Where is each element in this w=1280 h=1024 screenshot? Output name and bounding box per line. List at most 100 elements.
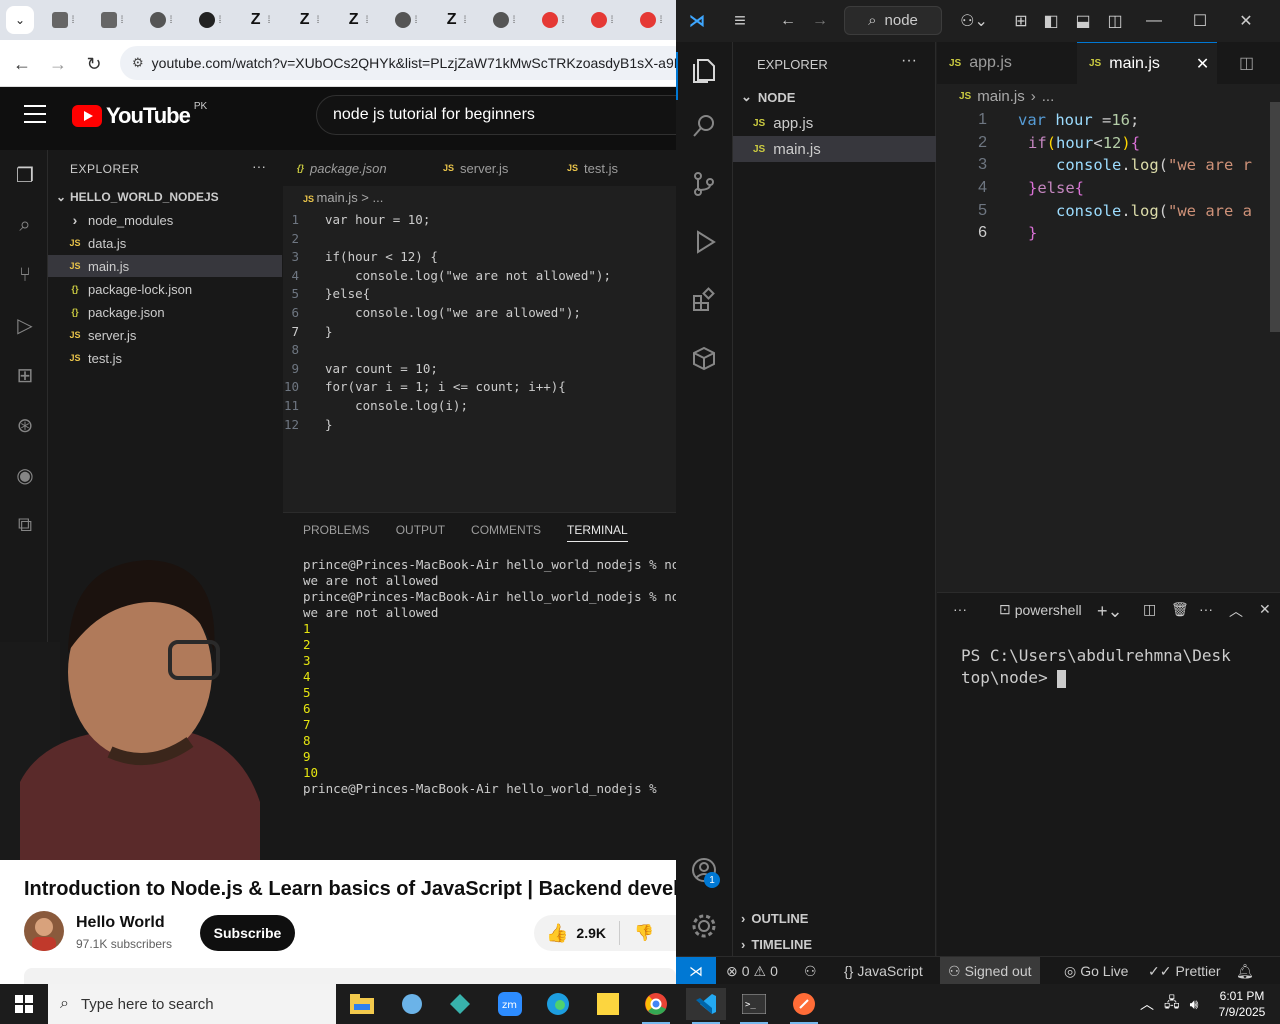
problems-indicator[interactable]: ⊗ 0 ⚠ 0	[726, 957, 778, 984]
file-app-js[interactable]: JS app.js	[733, 110, 936, 136]
code-line[interactable]: 6}	[937, 222, 1037, 245]
file-main-js[interactable]: JS main.js	[733, 136, 936, 162]
explorer-icon[interactable]	[688, 54, 720, 86]
toggle-secondary-sidebar-icon[interactable]: ◫	[1104, 9, 1126, 33]
timeline-section[interactable]: › TIMELINE	[733, 932, 936, 956]
description-box[interactable]	[24, 968, 676, 984]
vscode-icon[interactable]	[686, 988, 726, 1024]
more-actions-icon[interactable]: ···	[901, 52, 917, 70]
close-tab-icon[interactable]: ✕	[1196, 54, 1209, 74]
customize-layout-icon[interactable]: ⊞	[1010, 9, 1032, 33]
tab-close-icon[interactable]: ⁞	[415, 15, 418, 26]
browser-tab[interactable]: ⁞	[40, 6, 86, 34]
minimize-icon[interactable]: —	[1142, 9, 1166, 33]
browser-tab[interactable]: ⁞	[481, 6, 527, 34]
new-terminal-icon[interactable]: +⌄	[1097, 601, 1123, 622]
browser-tab[interactable]: ⁞	[187, 6, 233, 34]
tab-close-icon[interactable]: ⁞	[366, 15, 369, 26]
search-icon[interactable]	[688, 110, 720, 142]
dislike-button[interactable]: 👎	[620, 923, 654, 943]
forward-button[interactable]: →	[44, 50, 72, 78]
code-line[interactable]: 5 console.log("we are a	[937, 199, 1252, 222]
close-panel-icon[interactable]: ✕	[1259, 601, 1271, 618]
outline-section[interactable]: › OUTLINE	[733, 906, 936, 930]
browser-tab[interactable]: Z ⁞	[285, 6, 331, 34]
code-line[interactable]: 3 console.log("we are r	[937, 154, 1252, 177]
site-settings-icon[interactable]: ⚙	[132, 55, 144, 71]
menu-icon[interactable]	[24, 105, 46, 123]
copilot-icon[interactable]: ⚇⌄	[956, 9, 992, 33]
zoom-icon[interactable]: zm	[490, 988, 530, 1020]
notifications-bell-icon[interactable]: 🔔︎	[1236, 957, 1254, 984]
back-button[interactable]: ←	[8, 50, 36, 78]
toggle-sidebar-icon[interactable]: ◧	[1040, 9, 1062, 33]
tab-close-icon[interactable]: ⁞	[170, 15, 173, 26]
maximize-icon[interactable]: ☐	[1188, 9, 1212, 33]
chevron-up-icon[interactable]: ︿	[1140, 994, 1154, 1014]
url-input[interactable]: ⚙ youtube.com/watch?v=XUbOCs2QHYk&list=P…	[120, 46, 676, 80]
tab-close-icon[interactable]: ⁞	[72, 15, 75, 26]
tab-main-js[interactable]: JS main.js ✕	[1077, 42, 1217, 84]
browser-tab[interactable]: ⁞	[138, 6, 184, 34]
extensions-icon[interactable]	[688, 284, 720, 316]
browser-tab[interactable]: ⁞	[628, 6, 674, 34]
remote-indicator-icon[interactable]: ⋊	[676, 957, 716, 984]
toggle-panel-icon[interactable]: ⬓	[1072, 9, 1094, 33]
tab-close-icon[interactable]: ⁞	[317, 15, 320, 26]
more-icon[interactable]: ···	[953, 601, 967, 617]
browser-tab[interactable]: ⁞	[530, 6, 576, 34]
language-mode[interactable]: {} JavaScript	[844, 957, 923, 984]
tab-app-js[interactable]: JS app.js	[937, 42, 1077, 84]
like-button[interactable]: 👍 2.9K	[534, 921, 620, 945]
channel-avatar[interactable]	[24, 911, 64, 951]
browser-tab[interactable]: Z ⁞	[432, 6, 478, 34]
split-editor-icon[interactable]: ◫	[1227, 42, 1257, 84]
network-icon[interactable]: 🖧	[1164, 992, 1180, 1016]
tab-close-icon[interactable]: ⁞	[219, 15, 222, 26]
tab-close-icon[interactable]: ⁞	[513, 15, 516, 26]
browser-tab[interactable]: Z ⁞	[334, 6, 380, 34]
youtube-logo[interactable]: YouTube PK	[72, 101, 207, 129]
run-debug-icon[interactable]	[688, 226, 720, 258]
postman-icon[interactable]	[784, 988, 824, 1024]
editor-scrollbar[interactable]	[1270, 102, 1280, 332]
browser-tab[interactable]: Z ⁞	[236, 6, 282, 34]
command-center[interactable]: ⌕ node	[844, 6, 942, 35]
app-icon[interactable]	[392, 988, 432, 1020]
channel-name[interactable]: Hello World	[76, 914, 165, 932]
menu-icon[interactable]: ≡	[728, 9, 752, 33]
kill-terminal-icon[interactable]: 🗑	[1171, 601, 1189, 618]
more-actions-icon[interactable]: ···	[1199, 601, 1213, 617]
browser-tab[interactable]: ⁞	[579, 6, 625, 34]
reload-button[interactable]: ↻	[80, 50, 108, 78]
folder-node[interactable]: ⌄ NODE	[733, 85, 936, 109]
subscribe-button[interactable]: Subscribe	[200, 915, 295, 951]
manage-gear-icon[interactable]	[688, 910, 720, 942]
terminal-dropdown[interactable]: ⊡ powershell	[999, 601, 1082, 618]
app-icon[interactable]	[440, 988, 480, 1020]
tab-close-icon[interactable]: ⁞	[464, 15, 467, 26]
prettier-status[interactable]: ✓✓ Prettier	[1148, 957, 1221, 984]
browser-tab[interactable]: ⁞	[89, 6, 135, 34]
go-live-button[interactable]: ◎ Go Live	[1064, 957, 1128, 984]
browser-tab[interactable]: ⁞	[383, 6, 429, 34]
split-terminal-icon[interactable]: ◫	[1143, 601, 1156, 618]
tab-close-icon[interactable]: ⁞	[660, 15, 663, 26]
code-line[interactable]: 1 var hour =16;	[937, 109, 1139, 132]
tab-close-icon[interactable]: ⁞	[562, 15, 565, 26]
sticky-notes-icon[interactable]	[588, 988, 628, 1020]
tab-close-icon[interactable]: ⁞	[121, 15, 124, 26]
tab-close-icon[interactable]: ⁞	[611, 15, 614, 26]
terminal-output[interactable]: PS C:\Users\abdulrehmna\Desktop\node>	[961, 645, 1231, 689]
windows-start-button[interactable]	[0, 984, 48, 1024]
source-control-icon[interactable]	[688, 168, 720, 200]
debug-icon[interactable]: ⚇	[804, 957, 817, 984]
tab-search-button[interactable]: ⌄	[6, 6, 34, 34]
terminal-icon[interactable]: >_	[734, 988, 774, 1024]
code-line[interactable]: 4}else{	[937, 177, 1084, 200]
close-window-icon[interactable]: ✕	[1234, 9, 1258, 33]
file-explorer-icon[interactable]	[342, 988, 382, 1020]
clock[interactable]: 6:01 PM 7/9/2025	[1212, 988, 1272, 1020]
edge-icon[interactable]	[538, 988, 578, 1020]
maximize-panel-icon[interactable]: ︿	[1229, 601, 1243, 621]
